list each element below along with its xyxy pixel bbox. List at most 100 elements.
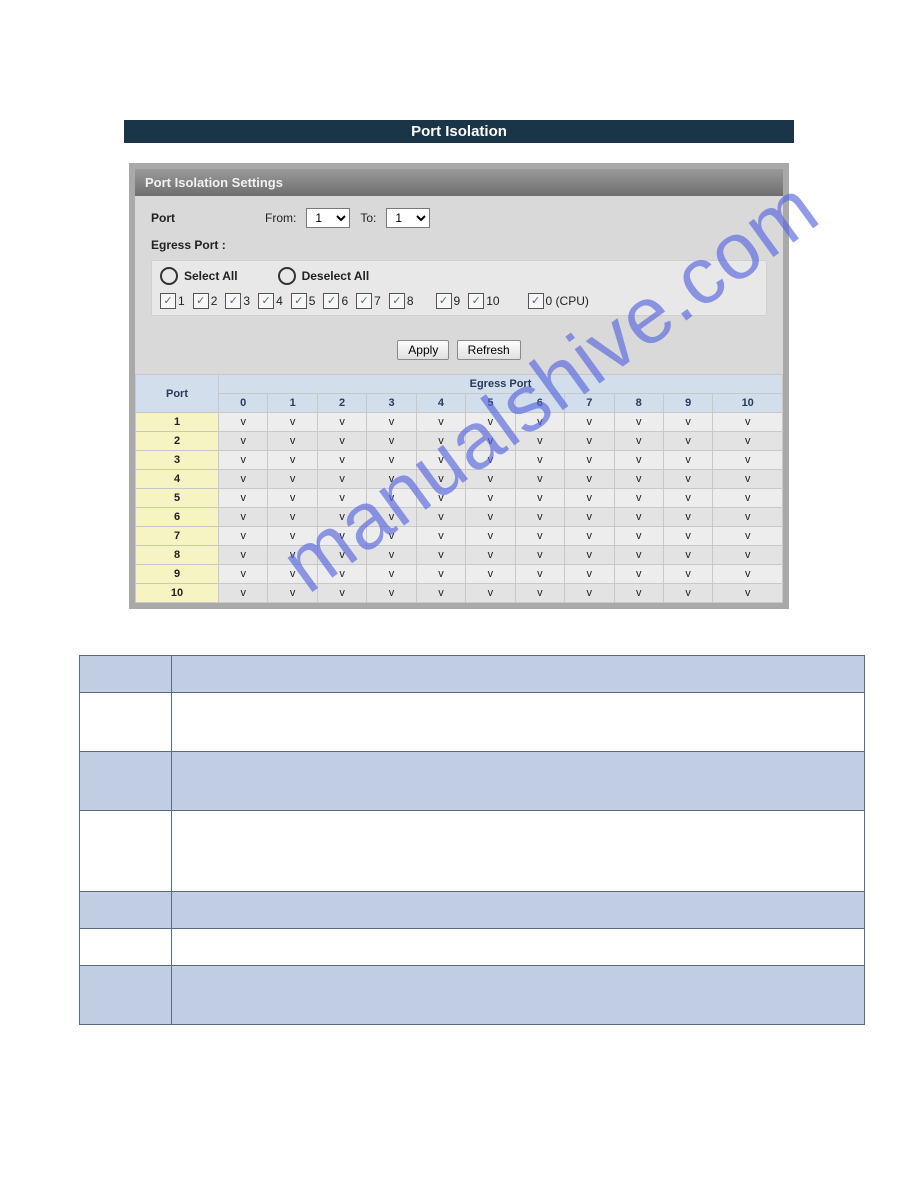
deselect-all-radio[interactable]: Deselect All (278, 267, 370, 285)
egress-cell: v (515, 546, 564, 565)
egress-cell: v (663, 470, 712, 489)
port-row-header: 9 (136, 565, 219, 584)
desc-cell (172, 966, 865, 1025)
egress-cell: v (367, 565, 416, 584)
egress-cell: v (219, 489, 268, 508)
egress-col-header: 7 (565, 394, 614, 413)
egress-cell: v (317, 527, 366, 546)
egress-col-header: 3 (367, 394, 416, 413)
desc-cell (172, 656, 865, 693)
radio-icon (160, 267, 178, 285)
desc-cell (80, 892, 172, 929)
port-check-6[interactable]: ✓6 (323, 293, 348, 309)
egress-table-body: 1vvvvvvvvvvv2vvvvvvvvvvv3vvvvvvvvvvv4vvv… (136, 413, 783, 603)
check-icon: ✓ (389, 293, 405, 309)
egress-cell: v (367, 546, 416, 565)
egress-cell: v (367, 584, 416, 603)
egress-cell: v (713, 508, 783, 527)
port-row-header: 6 (136, 508, 219, 527)
egress-cell: v (367, 527, 416, 546)
egress-cell: v (317, 432, 366, 451)
port-check-7[interactable]: ✓7 (356, 293, 381, 309)
egress-cell: v (663, 451, 712, 470)
egress-cell: v (317, 508, 366, 527)
select-all-radio[interactable]: Select All (160, 267, 238, 285)
check-label: 4 (276, 294, 283, 308)
table-row: 10vvvvvvvvvvv (136, 584, 783, 603)
desc-cell (172, 693, 865, 752)
desc-cell (172, 892, 865, 929)
egress-columns-row: 012345678910 (136, 394, 783, 413)
desc-cell (80, 693, 172, 752)
desc-cell (172, 752, 865, 811)
refresh-button[interactable]: Refresh (457, 340, 521, 360)
egress-col-header: 0 (219, 394, 268, 413)
egress-cell: v (713, 584, 783, 603)
panel-body: Port From: 1 To: 1 Egress Port : Select … (135, 196, 783, 326)
egress-cell: v (219, 451, 268, 470)
egress-cell: v (713, 489, 783, 508)
egress-col-header: 2 (317, 394, 366, 413)
port-check-5[interactable]: ✓5 (291, 293, 316, 309)
table-row: 7vvvvvvvvvvv (136, 527, 783, 546)
egress-cell: v (515, 527, 564, 546)
egress-cell: v (565, 470, 614, 489)
port-check-1[interactable]: ✓1 (160, 293, 185, 309)
egress-cell: v (219, 413, 268, 432)
desc-cell (172, 811, 865, 892)
port-check-3[interactable]: ✓3 (225, 293, 250, 309)
port-check-10[interactable]: ✓10 (468, 293, 499, 309)
egress-cell: v (466, 489, 515, 508)
check-label: 5 (309, 294, 316, 308)
check-label: 2 (211, 294, 218, 308)
egress-cell: v (219, 432, 268, 451)
egress-cell: v (713, 451, 783, 470)
egress-cell: v (614, 527, 663, 546)
egress-col-header: 5 (466, 394, 515, 413)
egress-cell: v (565, 565, 614, 584)
egress-cell: v (663, 489, 712, 508)
egress-cell: v (219, 565, 268, 584)
port-check-8[interactable]: ✓8 (389, 293, 414, 309)
to-select[interactable]: 1 (386, 208, 430, 228)
egress-cell: v (416, 413, 465, 432)
port-check-2[interactable]: ✓2 (193, 293, 218, 309)
egress-cell: v (268, 413, 317, 432)
egress-cell: v (268, 565, 317, 584)
port-row-header: 2 (136, 432, 219, 451)
egress-cell: v (367, 508, 416, 527)
from-label: From: (265, 211, 296, 225)
radio-icon (278, 267, 296, 285)
egress-table: Port Egress Port 012345678910 1vvvvvvvvv… (135, 374, 783, 603)
egress-cell: v (367, 489, 416, 508)
egress-cell: v (713, 565, 783, 584)
egress-cell: v (317, 584, 366, 603)
egress-cell: v (614, 508, 663, 527)
check-icon: ✓ (356, 293, 372, 309)
port-check-0-cpu[interactable]: ✓0 (CPU) (528, 293, 589, 309)
egress-col-header: 1 (268, 394, 317, 413)
egress-cell: v (219, 527, 268, 546)
egress-cell: v (515, 565, 564, 584)
egress-cell: v (219, 470, 268, 489)
egress-cell: v (317, 451, 366, 470)
egress-cell: v (515, 451, 564, 470)
egress-cell: v (515, 432, 564, 451)
egress-cell: v (713, 546, 783, 565)
port-check-9[interactable]: ✓9 (436, 293, 461, 309)
egress-cell: v (416, 451, 465, 470)
port-row-header: 8 (136, 546, 219, 565)
port-check-4[interactable]: ✓4 (258, 293, 283, 309)
egress-cell: v (466, 565, 515, 584)
desc-cell (80, 966, 172, 1025)
apply-button[interactable]: Apply (397, 340, 449, 360)
check-icon: ✓ (528, 293, 544, 309)
egress-cell: v (466, 451, 515, 470)
egress-cell: v (663, 527, 712, 546)
egress-cell: v (663, 413, 712, 432)
egress-cell: v (416, 546, 465, 565)
from-select[interactable]: 1 (306, 208, 350, 228)
egress-cell: v (367, 451, 416, 470)
table-row: 8vvvvvvvvvvv (136, 546, 783, 565)
table-row: 4vvvvvvvvvvv (136, 470, 783, 489)
